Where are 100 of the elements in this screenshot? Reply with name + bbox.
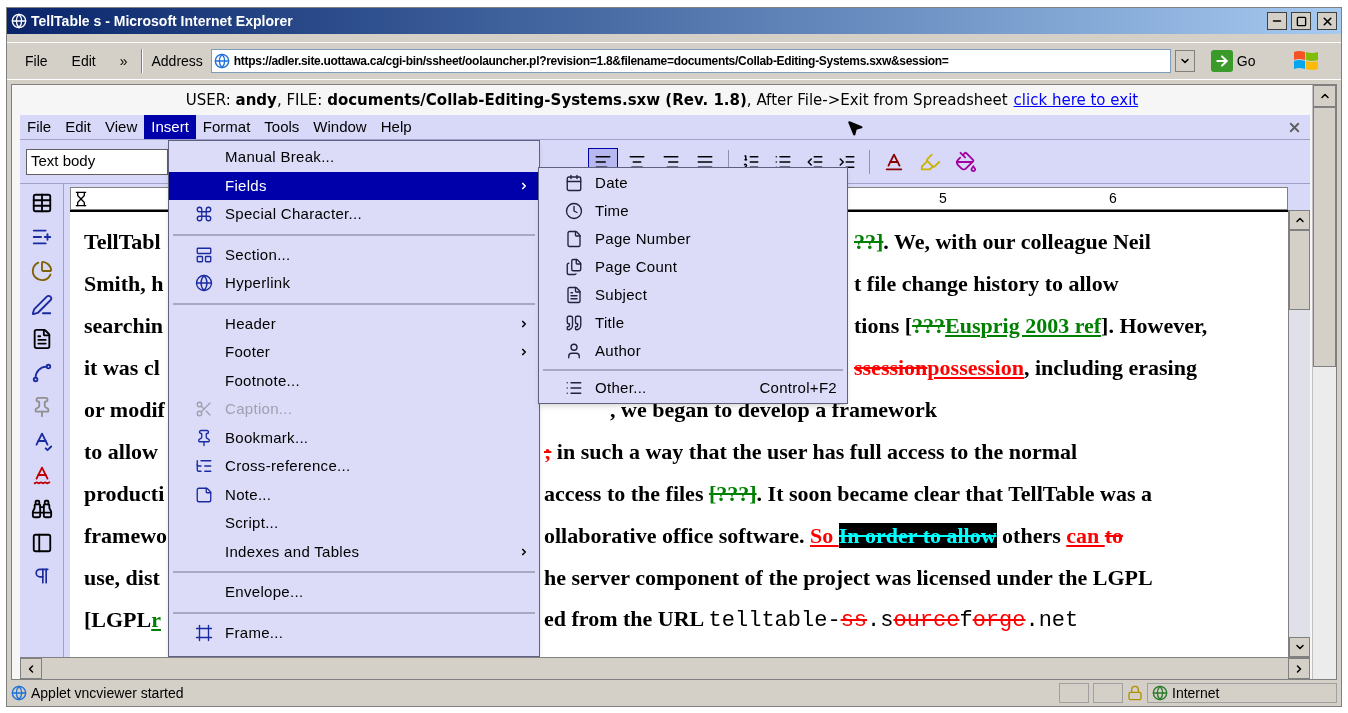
section-icon	[195, 245, 213, 264]
text-line: producti	[84, 479, 166, 508]
menu-item[interactable]: Author	[539, 337, 847, 365]
menu-item[interactable]: Cross-reference...	[169, 452, 539, 481]
close-icon	[1320, 14, 1334, 28]
panel-icon[interactable]	[30, 532, 53, 554]
mouse-pointer-icon	[846, 119, 864, 137]
menu-item[interactable]: Bookmark...	[169, 423, 539, 452]
menu-item[interactable]: Footer	[169, 338, 539, 367]
go-button[interactable]: Go	[1206, 50, 1260, 72]
menu-item[interactable]: Footnote...	[169, 366, 539, 395]
menu-item[interactable]: Section...	[169, 240, 539, 269]
menu-item[interactable]: Insert	[144, 115, 196, 139]
quote-icon	[565, 314, 583, 332]
close-button[interactable]	[1317, 12, 1337, 30]
menu-item[interactable]: Frame...	[169, 618, 539, 647]
table-icon[interactable]	[30, 192, 53, 214]
text-line: to allow	[84, 437, 159, 466]
curve-icon[interactable]	[30, 362, 53, 384]
menu-item[interactable]: Time	[539, 197, 847, 225]
text-line: Smith, h	[84, 269, 165, 298]
text-line: t file change history to allow	[854, 269, 1119, 298]
binoculars-icon[interactable]	[30, 498, 53, 520]
paint-bucket-icon[interactable]	[955, 150, 977, 173]
pen-icon[interactable]	[30, 294, 53, 316]
maximize-button[interactable]	[1291, 12, 1311, 30]
text-line: ollaborative office software. So In order to allow others can to	[544, 521, 1124, 550]
text-line: tions [???Eusprig 2003 ref]. However,	[854, 311, 1208, 340]
scissors-icon	[195, 400, 213, 419]
pages-icon	[565, 258, 583, 276]
scroll-up-button[interactable]	[1289, 210, 1310, 230]
menu-item[interactable]: Tools	[257, 115, 307, 139]
menu-item[interactable]: Note...	[169, 480, 539, 509]
menu-item[interactable]: Fields	[169, 171, 539, 200]
scroll-left-button[interactable]	[20, 658, 42, 679]
menu-item[interactable]: Envelope...	[169, 578, 539, 607]
pin-icon	[195, 428, 213, 447]
menu-item[interactable]: View	[98, 115, 145, 139]
zone-label: Internet	[1172, 683, 1220, 703]
pie-chart-icon[interactable]	[30, 260, 53, 282]
menu-item[interactable]: Page Count	[539, 253, 847, 281]
menu-item[interactable]: File	[20, 115, 59, 139]
dropdown-button[interactable]	[1174, 50, 1195, 72]
status-pane	[1093, 683, 1123, 703]
menu-item[interactable]: Page Number	[539, 225, 847, 253]
menu-item[interactable]: Subject	[539, 281, 847, 309]
text-line: use, dist	[84, 563, 161, 592]
session-info: USER: andy, FILE: documents/Collab-Editing-Systems.sxw (Rev. 1.8), After File->Exit from Spreadsheet	[185, 89, 1008, 111]
address-label: Address	[150, 51, 204, 71]
calendar-icon	[565, 174, 583, 192]
text-line: TellTabl	[84, 227, 162, 256]
address-field[interactable]: https://adler.site.uottawa.ca/cgi-bin/ssheet/oolauncher.pl?revision=1.8&filename=documents/Collab-Editing-Systems.sxw&session=	[210, 49, 1171, 73]
scroll-thumb[interactable]	[1313, 107, 1336, 367]
globe-icon	[195, 274, 213, 293]
status-pane	[1059, 683, 1089, 703]
text-line: or modif	[84, 395, 166, 424]
text-line: ed from the URL telltable-ss.sourceforge.net	[544, 604, 1079, 635]
minimize-button[interactable]	[1267, 12, 1287, 30]
text-line: he server component of the project was licensed under the LGPL	[544, 563, 1153, 592]
text-line: [LGPLr	[84, 605, 162, 634]
scroll-up-button[interactable]	[1313, 85, 1336, 107]
page-icon	[565, 230, 583, 248]
menu-item[interactable]: »	[109, 50, 138, 72]
window-title: TellTable s - Microsoft Internet Explorer	[31, 11, 293, 31]
ruler-number: 5	[939, 189, 948, 208]
menu-item[interactable]: Indexes and Tables	[169, 537, 539, 566]
menu-item[interactable]: Edit	[61, 50, 106, 72]
menu-item[interactable]: Date	[539, 169, 847, 197]
scroll-down-button[interactable]	[1289, 637, 1310, 657]
scroll-right-button[interactable]	[1288, 658, 1310, 679]
frame-icon	[195, 623, 213, 642]
ruler-number: 6	[1109, 189, 1118, 208]
menu-item[interactable]: Manual Break...	[169, 143, 539, 172]
menu-item[interactable]: Special Character...	[169, 200, 539, 229]
exit-link[interactable]: click here to exit	[1013, 88, 1139, 112]
page-icon	[11, 685, 27, 701]
text-line: searchin	[84, 311, 165, 340]
paragraph-style-field[interactable]: Text body	[26, 148, 168, 175]
shortcut-label: Control+F2	[759, 377, 837, 398]
page-icon	[213, 53, 230, 69]
menu-item[interactable]: Script...	[169, 509, 539, 538]
lock-icon	[1127, 685, 1143, 701]
menu-item[interactable]: Format	[195, 115, 258, 139]
menu-item[interactable]: Header	[169, 309, 539, 338]
scroll-thumb[interactable]	[1289, 230, 1310, 310]
menu-item[interactable]: File	[15, 50, 58, 72]
text-line: ssessionpossession, including erasing	[854, 353, 1197, 382]
menu-item[interactable]: Edit	[58, 115, 99, 139]
menu-item[interactable]: Title	[539, 309, 847, 337]
text-line: it was cl	[84, 353, 161, 382]
horizontal-scrollbar[interactable]	[20, 657, 1310, 679]
note-icon	[195, 485, 213, 504]
page-scrollbar[interactable]	[1312, 85, 1336, 679]
list-icon	[565, 379, 583, 397]
menu-item[interactable]: Window	[306, 115, 374, 139]
browser-icon	[11, 13, 27, 29]
menu-item[interactable]: Help	[373, 115, 419, 139]
vertical-scrollbar[interactable]	[1288, 210, 1310, 657]
menu-item[interactable]: Hyperlink	[169, 269, 539, 298]
tab-stop-icon[interactable]	[73, 190, 89, 207]
